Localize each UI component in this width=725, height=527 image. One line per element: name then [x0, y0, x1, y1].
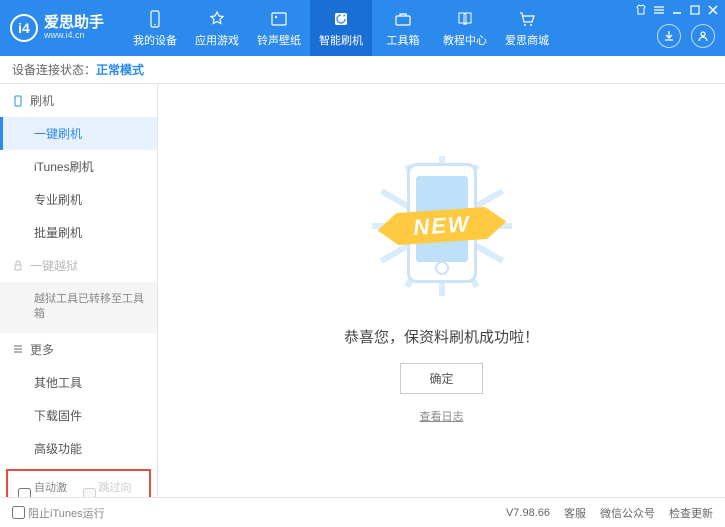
app-header: i4 爱思助手 www.i4.cn 我的设备 应用游戏 铃声壁纸 智能刷机 工具…: [0, 0, 725, 56]
top-nav: 我的设备 应用游戏 铃声壁纸 智能刷机 工具箱 教程中心 爱思商城: [124, 0, 558, 56]
minimize-icon[interactable]: [671, 4, 683, 16]
cb-skipguide[interactable]: 跳过向导: [83, 479, 140, 497]
nav-toolbox[interactable]: 工具箱: [372, 0, 434, 56]
ok-button[interactable]: 确定: [400, 363, 482, 394]
header-actions: [657, 24, 715, 48]
phone-icon: [12, 95, 24, 107]
status-bar: 设备连接状态： 正常模式: [0, 56, 725, 84]
section-jailbreak[interactable]: 一键越狱: [0, 249, 157, 282]
cart-icon: [517, 9, 537, 29]
sidebar-item-batch[interactable]: 批量刷机: [0, 216, 157, 249]
main-panel: NEW 恭喜您，保资料刷机成功啦！ 确定 查看日志: [158, 84, 725, 497]
refresh-icon: [331, 9, 351, 29]
section-flash[interactable]: 刷机: [0, 84, 157, 117]
sidebar-item-othertools[interactable]: 其他工具: [0, 366, 157, 399]
nav-store[interactable]: 爱思商城: [496, 0, 558, 56]
close-icon[interactable]: [707, 4, 719, 16]
new-badge: NEW: [396, 207, 487, 245]
nav-ringtone[interactable]: 铃声壁纸: [248, 0, 310, 56]
nav-flash[interactable]: 智能刷机: [310, 0, 372, 56]
footer-update[interactable]: 检查更新: [669, 505, 713, 521]
highlighted-options: 自动激活 跳过向导: [6, 469, 151, 497]
sidebar: 刷机 一键刷机 iTunes刷机 专业刷机 批量刷机 一键越狱 越狱工具已转移至…: [0, 84, 158, 497]
skin-icon[interactable]: [635, 4, 647, 16]
jailbreak-note: 越狱工具已转移至工具箱: [0, 282, 157, 333]
maximize-icon[interactable]: [689, 4, 701, 16]
sidebar-item-advanced[interactable]: 高级功能: [0, 432, 157, 465]
download-icon[interactable]: [657, 24, 681, 48]
apps-icon: [207, 9, 227, 29]
footer-support[interactable]: 客服: [564, 505, 586, 521]
menu-icon: [12, 343, 24, 355]
nav-apps[interactable]: 应用游戏: [186, 0, 248, 56]
menu-icon[interactable]: [653, 4, 665, 16]
success-illustration: NEW: [357, 138, 527, 308]
view-log-link[interactable]: 查看日志: [420, 408, 464, 424]
sidebar-item-download[interactable]: 下载固件: [0, 399, 157, 432]
image-icon: [269, 9, 289, 29]
window-controls: [635, 4, 719, 16]
lock-icon: [12, 260, 24, 272]
cb-autoactivate[interactable]: 自动激活: [18, 479, 75, 497]
footer: 阻止iTunes运行 V7.98.66 客服 微信公众号 检查更新: [0, 497, 725, 527]
footer-wechat[interactable]: 微信公众号: [600, 505, 655, 521]
status-label: 设备连接状态：: [12, 61, 96, 78]
success-message: 恭喜您，保资料刷机成功啦！: [344, 326, 539, 347]
sidebar-item-pro[interactable]: 专业刷机: [0, 183, 157, 216]
logo-icon: i4: [10, 14, 38, 42]
nav-my-device[interactable]: 我的设备: [124, 0, 186, 56]
version-label: V7.98.66: [506, 507, 550, 519]
user-icon[interactable]: [691, 24, 715, 48]
cb-block-itunes[interactable]: 阻止iTunes运行: [12, 505, 105, 521]
logo: i4 爱思助手 www.i4.cn: [10, 14, 104, 42]
section-more[interactable]: 更多: [0, 333, 157, 366]
book-icon: [455, 9, 475, 29]
logo-title: 爱思助手: [44, 15, 104, 32]
toolbox-icon: [393, 9, 413, 29]
logo-url: www.i4.cn: [44, 31, 104, 41]
nav-tutorial[interactable]: 教程中心: [434, 0, 496, 56]
phone-icon: [145, 9, 165, 29]
sidebar-item-itunes[interactable]: iTunes刷机: [0, 150, 157, 183]
sidebar-item-oneclick[interactable]: 一键刷机: [0, 117, 157, 150]
status-value: 正常模式: [96, 61, 144, 78]
